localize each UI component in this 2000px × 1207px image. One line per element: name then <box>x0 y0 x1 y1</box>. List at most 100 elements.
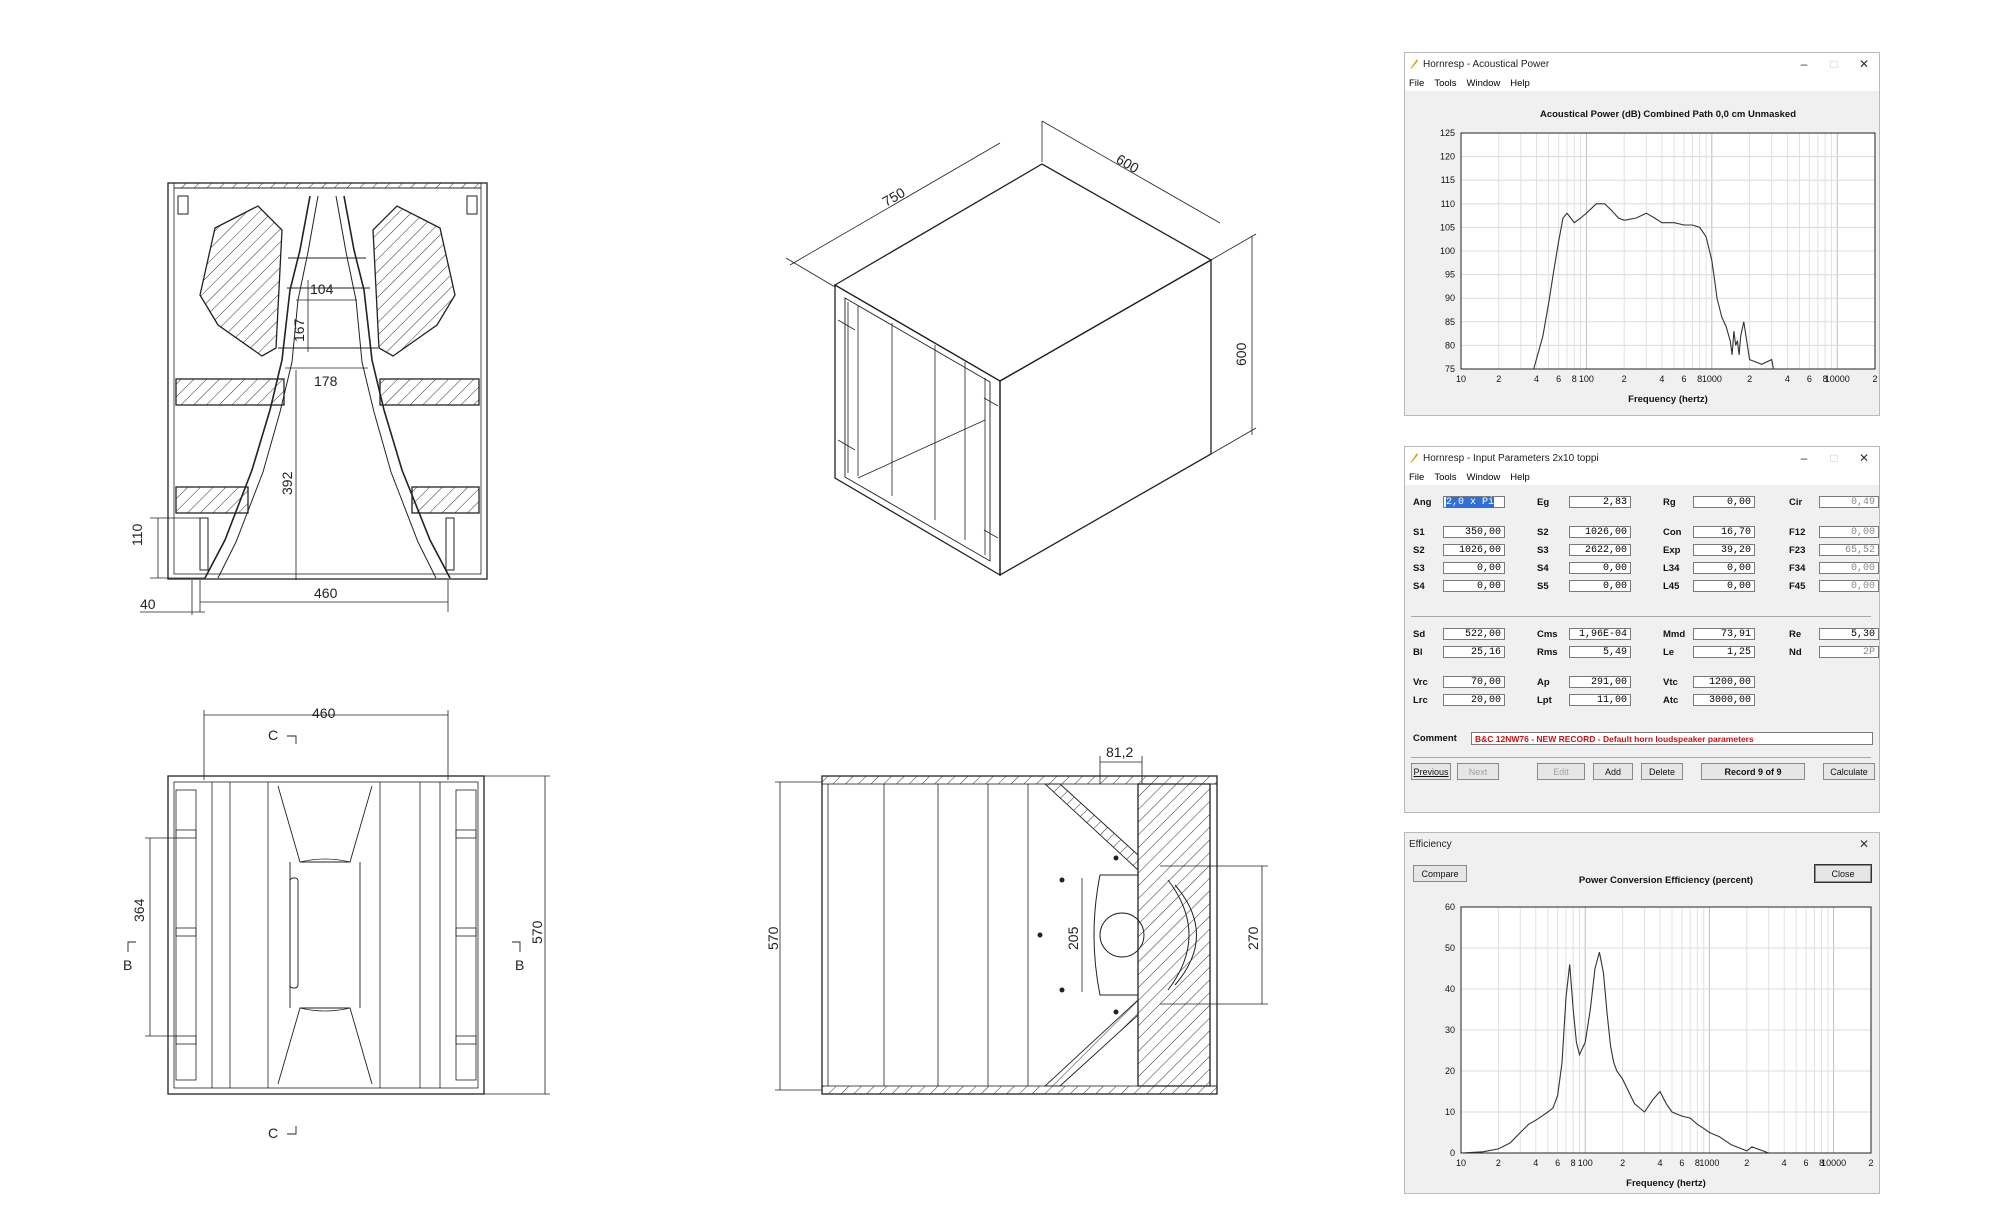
param-field-nd[interactable]: 2P <box>1819 646 1879 658</box>
minimize-icon[interactable]: – <box>1789 57 1819 71</box>
separator-top <box>1411 616 1871 617</box>
chart-title: Acoustical Power (dB) Combined Path 0,0 … <box>1540 109 1796 120</box>
maximize-icon[interactable]: □ <box>1819 57 1849 71</box>
param-field-l45[interactable]: 0,00 <box>1693 580 1755 592</box>
param-label-s5: S5 <box>1537 581 1549 592</box>
param-label-f45: F45 <box>1789 581 1806 592</box>
param-label-bl: Bl <box>1413 647 1423 658</box>
edit-button[interactable]: Edit <box>1537 763 1585 780</box>
dim-178: 178 <box>314 373 338 389</box>
param-label-f12: F12 <box>1789 527 1806 538</box>
param-field-rms[interactable]: 5,49 <box>1569 646 1631 658</box>
param-field-mmd[interactable]: 73,91 <box>1693 628 1755 640</box>
param-label-cms: Cms <box>1537 629 1558 640</box>
x-tick-label: 2 <box>1620 1158 1625 1168</box>
param-field-s2a[interactable]: 1026,00 <box>1569 526 1631 538</box>
acoustical-titlebar[interactable]: Hornresp - Acoustical Power – □ ✕ <box>1405 53 1879 75</box>
x-tick-label: 1000 <box>1702 374 1722 384</box>
close-icon[interactable]: ✕ <box>1849 57 1879 71</box>
efficiency-chart: 605040302010010 2 4 6 8 100 2 4 6 8 1000 2 4 6 810000 2… <box>1445 875 1874 1189</box>
dim-104: 104 <box>310 281 334 297</box>
delete-button[interactable]: Delete <box>1641 763 1683 780</box>
menu-tools[interactable]: Tools <box>1434 78 1456 89</box>
x-tick-label: 2 <box>1744 1158 1749 1168</box>
param-field-lpt[interactable]: 11,00 <box>1569 694 1631 706</box>
add-button[interactable]: Add <box>1593 763 1633 780</box>
param-field-f23[interactable]: 65,52 <box>1819 544 1879 556</box>
param-label-rg: Rg <box>1663 497 1676 508</box>
y-tick-label: 0 <box>1450 1148 1455 1158</box>
y-tick-label: 95 <box>1445 270 1455 280</box>
param-field-s4[interactable]: 0,00 <box>1443 580 1505 592</box>
next-button[interactable]: Next <box>1457 763 1499 780</box>
y-tick-label: 75 <box>1445 364 1455 374</box>
param-field-ang[interactable]: 2,0 x Pi <box>1443 496 1505 508</box>
param-field-exp[interactable]: 39,20 <box>1693 544 1755 556</box>
y-tick-label: 115 <box>1441 175 1455 185</box>
isometric-view: 750 600 600 <box>785 120 1257 577</box>
acoustical-menubar: File Tools Window Help <box>1405 75 1879 91</box>
param-field-s3[interactable]: 0,00 <box>1443 562 1505 574</box>
x-tick-label: 6 <box>1679 1158 1684 1168</box>
y-tick-label: 110 <box>1441 199 1455 209</box>
x-tick-label: 4 <box>1534 374 1539 384</box>
param-field-f34[interactable]: 0,00 <box>1819 562 1879 574</box>
dim-600-width: 600 <box>1114 151 1142 177</box>
efficiency-titlebar[interactable]: Efficiency ✕ <box>1405 833 1879 855</box>
param-field-f12[interactable]: 0,00 <box>1819 526 1879 538</box>
param-field-le[interactable]: 1,25 <box>1693 646 1755 658</box>
param-field-s1[interactable]: 350,00 <box>1443 526 1505 538</box>
menu-file[interactable]: File <box>1409 78 1424 89</box>
param-field-bl[interactable]: 25,16 <box>1443 646 1505 658</box>
param-field-rg[interactable]: 0,00 <box>1693 496 1755 508</box>
chart-title: Power Conversion Efficiency (percent) <box>1579 875 1753 886</box>
dim-570-side: 570 <box>765 926 781 950</box>
acoustical-power-window: Hornresp - Acoustical Power – □ ✕ File T… <box>1404 52 1880 416</box>
param-label-exp: Exp <box>1663 545 1681 556</box>
param-label-atc: Atc <box>1663 695 1679 706</box>
param-field-vrc[interactable]: 70,00 <box>1443 676 1505 688</box>
param-field-s3a[interactable]: 2622,00 <box>1569 544 1631 556</box>
param-field-atc[interactable]: 3000,00 <box>1693 694 1755 706</box>
param-field-vtc[interactable]: 1200,00 <box>1693 676 1755 688</box>
param-field-re[interactable]: 5,30 <box>1819 628 1879 640</box>
dim-167: 167 <box>291 318 307 342</box>
dim-top-460: 460 <box>312 705 336 721</box>
comment-field[interactable]: B&C 12NW76 - NEW RECORD - Default horn l… <box>1471 732 1873 745</box>
param-field-f45[interactable]: 0,00 <box>1819 580 1879 592</box>
param-field-s2[interactable]: 1026,00 <box>1443 544 1505 556</box>
param-field-s4a[interactable]: 0,00 <box>1569 562 1631 574</box>
param-field-s5[interactable]: 0,00 <box>1569 580 1631 592</box>
menu-help[interactable]: Help <box>1510 78 1530 89</box>
param-field-cir[interactable]: 0,49 <box>1819 496 1879 508</box>
param-field-l34[interactable]: 0,00 <box>1693 562 1755 574</box>
dim-81-2: 81,2 <box>1106 744 1133 760</box>
input-parameters-window: Hornresp - Input Parameters 2x10 toppi –… <box>1404 446 1880 813</box>
param-field-con[interactable]: 16,70 <box>1693 526 1755 538</box>
x-tick-label: 10 <box>1456 1158 1466 1168</box>
close-icon[interactable]: ✕ <box>1849 837 1879 851</box>
dim-110: 110 <box>129 523 145 546</box>
param-label-le: Le <box>1663 647 1675 658</box>
x-tick-label: 4 <box>1782 1158 1787 1168</box>
param-label-l45: L45 <box>1663 581 1680 592</box>
param-label-eg: Eg <box>1537 497 1550 508</box>
x-tick-label: 2 <box>1868 1158 1873 1168</box>
dim-600-height: 600 <box>1233 342 1249 366</box>
x-tick-label: 2 <box>1496 1158 1501 1168</box>
param-field-lrc[interactable]: 20,00 <box>1443 694 1505 706</box>
x-axis-label: Frequency (hertz) <box>1626 1178 1706 1189</box>
y-tick-label: 120 <box>1440 152 1455 162</box>
menu-window[interactable]: Window <box>1467 78 1501 89</box>
y-tick-label: 90 <box>1445 293 1455 303</box>
top-section-view: 460 364 570 C C B B <box>123 705 550 1141</box>
previous-button[interactable]: Previous <box>1411 763 1451 780</box>
param-field-ap[interactable]: 291,00 <box>1569 676 1631 688</box>
x-axis-label: Frequency (hertz) <box>1628 394 1708 405</box>
param-field-eg[interactable]: 2,83 <box>1569 496 1631 508</box>
x-tick-label: 8 <box>1572 374 1577 384</box>
calculate-button[interactable]: Calculate <box>1823 763 1875 780</box>
param-field-cms[interactable]: 1,96E-04 <box>1569 628 1631 640</box>
y-tick-label: 40 <box>1445 984 1455 994</box>
param-field-sd[interactable]: 522,00 <box>1443 628 1505 640</box>
